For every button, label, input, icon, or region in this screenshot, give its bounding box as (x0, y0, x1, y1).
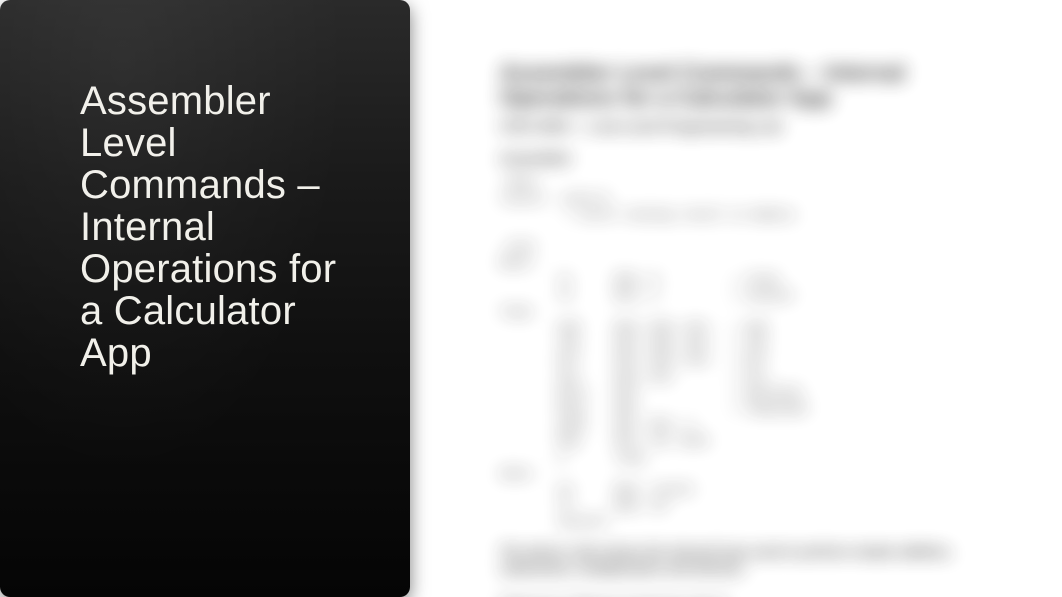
preview-code: .data result: .word 0 ; store running re… (500, 174, 972, 530)
document-container: Assembler Level Commands – Internal Oper… (0, 0, 1062, 597)
preview-section-label: Assembler (500, 149, 972, 168)
document-title: Assembler Level Commands – Internal Oper… (80, 80, 350, 374)
title-panel: Assembler Level Commands – Internal Oper… (0, 0, 410, 597)
preview-paragraph: The above code shows the internal loop u… (500, 543, 972, 578)
preview-heading: Assembler Level Commands – Internal Oper… (500, 60, 972, 111)
content-panel: Assembler Level Commands – Internal Oper… (410, 0, 1062, 597)
blurred-preview: Assembler Level Commands – Internal Oper… (470, 50, 1002, 547)
preview-subheading: CSCI 2020 — Low Level Programming Lab (500, 117, 972, 136)
